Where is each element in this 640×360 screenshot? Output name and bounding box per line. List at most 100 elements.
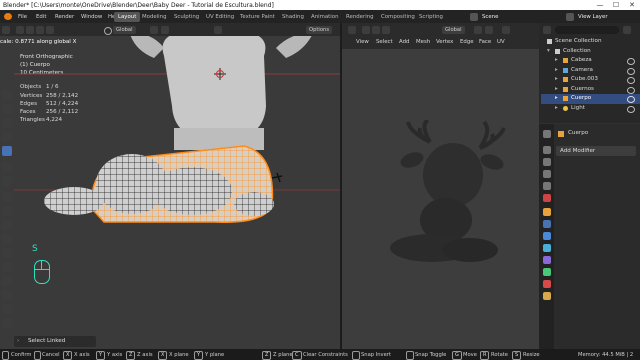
chevron-right-icon[interactable]: ▸ [555,57,558,64]
tool-tab-icon[interactable] [543,130,551,138]
editor-type-icon-right[interactable] [348,26,356,34]
chevron-right-icon[interactable]: ▸ [555,86,558,93]
outliner-row-cube003[interactable]: ▸ Cube.003 [541,75,640,85]
tab-layout[interactable]: Layout [114,11,141,22]
outliner-row-camera[interactable]: ▸ Camera [541,66,640,76]
chevron-down-icon[interactable]: ▾ [547,48,550,55]
maximize-button[interactable]: ☐ [608,0,624,10]
eye-icon[interactable] [627,67,635,75]
vertex-select-icon-right[interactable] [372,26,380,34]
filter-icon[interactable] [623,26,631,34]
tab-modeling[interactable]: Modeling [142,14,167,20]
tab-rendering[interactable]: Rendering [346,14,374,20]
scene-tab-icon[interactable] [543,182,551,190]
eye-icon[interactable] [627,96,635,103]
shrink-fatten-tool-icon[interactable] [2,318,12,328]
smooth-tool-icon[interactable] [2,290,12,300]
proportional-edit-icon[interactable] [214,25,222,34]
menu-uv-right[interactable]: UV [497,39,505,45]
render-tab-icon[interactable] [543,146,551,154]
eye-icon[interactable] [627,77,635,84]
mode-icon-right[interactable] [362,26,370,34]
snap-icon[interactable] [161,25,169,34]
edge-select-icon[interactable] [36,25,44,34]
poly-build-tool-icon[interactable] [2,262,12,272]
view-layer-selector[interactable]: View Layer [578,14,608,20]
last-operator-panel[interactable]: › Select Linked [14,336,96,347]
rotate-tool-icon[interactable] [2,132,12,142]
edge-slide-tool-icon[interactable] [2,304,12,314]
cursor-tool-icon[interactable] [2,104,12,114]
texture-tab-icon[interactable] [543,292,551,300]
material-tab-icon[interactable] [543,280,551,288]
chevron-right-icon[interactable]: ▸ [555,95,558,102]
data-tab-icon[interactable] [543,268,551,276]
spin-tool-icon[interactable] [2,276,12,286]
pivot-icon[interactable] [150,25,158,34]
eye-icon[interactable] [627,105,635,113]
chevron-right-icon[interactable]: ▸ [555,67,558,74]
snap-icon-right[interactable] [485,26,493,34]
tab-animation[interactable]: Animation [311,14,338,20]
editor-type-icon[interactable] [2,25,10,34]
tab-texture-paint[interactable]: Texture Paint [240,14,275,20]
outliner-row-cuerpo[interactable]: ▸ Cuerpo [541,94,640,104]
bevel-tool-icon[interactable] [2,220,12,230]
loop-cut-tool-icon[interactable] [2,234,12,244]
outliner-row-scene-collection[interactable]: Scene Collection [541,37,640,47]
knife-tool-icon[interactable] [2,248,12,258]
options-dropdown[interactable]: Options [306,25,333,34]
orientation-icon[interactable] [104,27,112,35]
edge-select-icon-right[interactable] [382,26,390,34]
face-select-icon[interactable] [46,25,54,34]
scene-selector[interactable]: Scene [482,14,498,20]
orientation-dropdown-right[interactable]: Global [442,26,465,34]
outliner-editor-icon[interactable] [543,26,551,34]
eye-icon[interactable] [627,86,635,94]
tab-sculpting[interactable]: Sculpting [174,14,199,20]
menu-add-right[interactable]: Add [399,39,409,45]
menu-mesh-right[interactable]: Mesh [416,39,430,45]
tab-shading[interactable]: Shading [282,14,304,20]
modifier-tab-icon[interactable] [543,220,551,228]
menu-edge-right[interactable]: Edge [460,39,474,45]
annotate-tool-icon[interactable] [2,162,12,172]
pivot-icon-right[interactable] [474,26,482,34]
output-tab-icon[interactable] [543,158,551,166]
eye-icon[interactable] [627,58,635,65]
minimize-button[interactable]: — [592,0,608,10]
inset-tool-icon[interactable] [2,206,12,216]
outliner-row-light[interactable]: ▸ Light [541,104,640,114]
transform-orientation-dropdown[interactable]: Global [113,25,136,34]
object-tab-icon[interactable] [543,208,551,216]
tab-compositing[interactable]: Compositing [381,14,415,20]
chevron-right-icon[interactable]: ▸ [555,76,558,83]
tab-scripting[interactable]: Scripting [419,14,443,20]
menu-face-right[interactable]: Face [479,39,491,45]
vertex-select-icon[interactable] [26,25,34,34]
scale-tool-icon[interactable] [2,146,12,156]
outliner-search-input[interactable] [555,26,619,34]
constraints-tab-icon[interactable] [543,256,551,264]
mode-icon[interactable] [16,25,24,34]
select-box-tool-icon[interactable] [2,90,12,100]
physics-tab-icon[interactable] [543,244,551,252]
view-layer-icon[interactable] [566,12,574,21]
particles-tab-icon[interactable] [543,232,551,240]
outliner-row-cabeza[interactable]: ▸ Cabeza [541,56,640,66]
outliner-row-cuernos[interactable]: ▸ Cuernos [541,85,640,95]
chevron-right-icon[interactable]: ▸ [555,105,558,112]
move-tool-icon[interactable] [2,118,12,128]
menu-file[interactable]: File [18,14,27,20]
menu-edit[interactable]: Edit [36,14,46,20]
measure-tool-icon[interactable] [2,176,12,186]
proportional-icon-right[interactable] [502,26,510,34]
close-button[interactable]: ✕ [624,0,640,10]
view-layer-tab-icon[interactable] [543,170,551,178]
tab-uv-editing[interactable]: UV Editing [206,14,234,20]
world-tab-icon[interactable] [543,194,551,202]
menu-window[interactable]: Window [81,14,102,20]
outliner-row-collection[interactable]: ▾ Collection [541,47,640,57]
menu-view-right[interactable]: View [356,39,369,45]
add-modifier-button[interactable]: Add Modifier [556,146,636,156]
